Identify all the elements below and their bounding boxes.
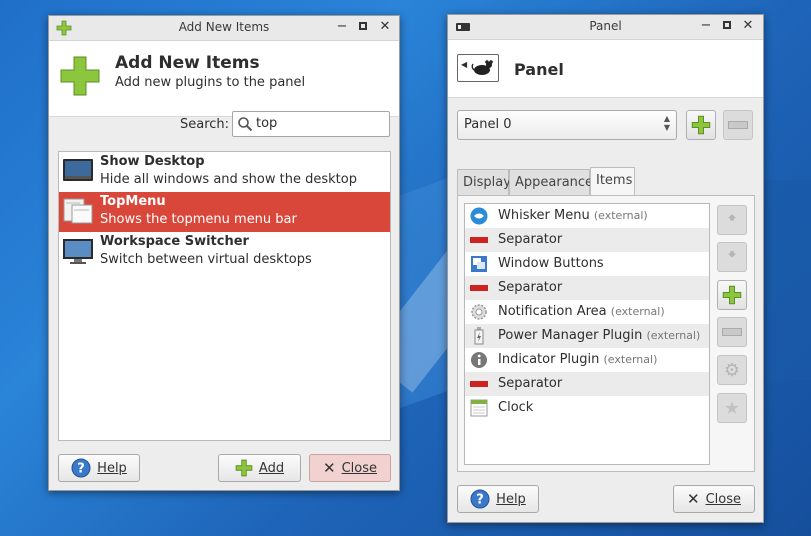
- list-item[interactable]: Separator: [465, 372, 709, 396]
- header-title: Panel: [514, 60, 564, 79]
- whisker-menu-icon: [470, 207, 488, 225]
- tab-items[interactable]: Items: [590, 167, 635, 195]
- maximize-button[interactable]: [356, 20, 370, 34]
- minus-icon: [722, 328, 742, 336]
- minimize-button[interactable]: −: [335, 20, 349, 34]
- plugin-desc: Switch between virtual desktops: [100, 252, 312, 267]
- star-icon: ★: [723, 397, 741, 419]
- list-item[interactable]: Clock: [465, 396, 709, 420]
- search-input[interactable]: top: [256, 116, 277, 131]
- help-button[interactable]: ? Help: [58, 454, 140, 482]
- list-item-workspace-switcher[interactable]: Workspace Switcher Switch between virtua…: [59, 232, 390, 272]
- plus-icon: [691, 115, 711, 135]
- minimize-button[interactable]: −: [699, 19, 713, 33]
- help-icon: ?: [470, 489, 490, 509]
- spin-arrows-icon: ▲ ▼: [663, 114, 670, 132]
- remove-panel-button[interactable]: [723, 110, 753, 140]
- close-button[interactable]: ✕ Close: [673, 485, 755, 513]
- titlebar[interactable]: Panel − ✕: [448, 15, 763, 40]
- list-item[interactable]: Notification Area (external): [465, 300, 709, 324]
- move-down-button[interactable]: 🠻: [717, 242, 747, 272]
- dialog-header: Add New Items Add new plugins to the pan…: [49, 41, 399, 117]
- header-subtitle: Add new plugins to the panel: [115, 75, 306, 90]
- gear-icon: ⚙: [723, 359, 741, 381]
- plus-icon: [722, 285, 742, 305]
- minus-icon: [728, 121, 748, 129]
- header-title: Add New Items: [115, 53, 260, 73]
- tab-display[interactable]: Display: [457, 169, 511, 195]
- plugin-list[interactable]: Show Desktop Hide all windows and show t…: [58, 151, 391, 441]
- list-item[interactable]: Window Buttons: [465, 252, 709, 276]
- separator-icon: [470, 231, 488, 249]
- panel-select-value: Panel 0: [464, 117, 512, 132]
- add-item-button[interactable]: [717, 280, 747, 310]
- plugin-desc: Shows the topmenu menu bar: [100, 212, 297, 227]
- remove-item-button[interactable]: [717, 317, 747, 347]
- plugin-name: TopMenu: [100, 194, 166, 209]
- list-item[interactable]: Whisker Menu (external): [465, 204, 709, 228]
- separator-icon: [470, 375, 488, 393]
- plugin-name: Workspace Switcher: [100, 234, 249, 249]
- separator-icon: [470, 279, 488, 297]
- plus-icon: [235, 459, 253, 477]
- close-button[interactable]: ✕ Close: [309, 454, 391, 482]
- panel-preview-icon: ◀: [457, 54, 499, 82]
- item-about-button[interactable]: ★: [717, 393, 747, 423]
- search-icon: [238, 117, 253, 132]
- list-item-topmenu[interactable]: TopMenu Shows the topmenu menu bar: [59, 192, 390, 232]
- svg-text:?: ?: [77, 462, 85, 477]
- add-panel-button[interactable]: [686, 110, 716, 140]
- show-desktop-icon: [63, 159, 93, 181]
- maximize-button[interactable]: [720, 19, 734, 33]
- help-icon: ?: [71, 458, 91, 478]
- window-buttons-icon: [471, 256, 487, 272]
- search-label: Search:: [180, 117, 230, 132]
- tab-appearance[interactable]: Appearance: [509, 169, 593, 195]
- workspace-switcher-icon: [63, 239, 93, 264]
- notification-area-icon: [471, 304, 487, 320]
- arrow-down-icon: 🠻: [727, 244, 737, 264]
- power-manager-icon: [474, 327, 484, 345]
- topmenu-icon: [63, 198, 93, 224]
- panel-window: Panel − ✕ ◀ Panel Panel 0 ▲ ▼ Display App…: [447, 14, 764, 523]
- window-title: Panel: [589, 19, 622, 33]
- list-item[interactable]: Power Manager Plugin (external): [465, 324, 709, 348]
- close-label: Close: [341, 460, 377, 476]
- item-settings-button[interactable]: ⚙: [717, 355, 747, 385]
- tab-content: Whisker Menu (external) Separator Window…: [457, 195, 755, 472]
- svg-text:?: ?: [476, 493, 484, 508]
- plugin-desc: Hide all windows and show the desktop: [100, 172, 357, 187]
- search-field[interactable]: top: [232, 111, 390, 137]
- list-item[interactable]: Separator: [465, 228, 709, 252]
- titlebar[interactable]: Add New Items − ✕: [49, 16, 399, 41]
- list-item[interactable]: Indicator Plugin (external): [465, 348, 709, 372]
- list-item[interactable]: Separator: [465, 276, 709, 300]
- plugin-name: Show Desktop: [100, 154, 205, 169]
- arrow-up-icon: 🠹: [727, 207, 737, 227]
- add-label: Add: [258, 460, 285, 476]
- help-button[interactable]: ? Help: [457, 485, 539, 513]
- close-icon: ✕: [687, 490, 700, 508]
- close-icon: ✕: [323, 459, 336, 477]
- items-list[interactable]: Whisker Menu (external) Separator Window…: [464, 203, 710, 465]
- add-button[interactable]: Add: [218, 454, 301, 482]
- dialog-header: ◀ Panel: [448, 40, 763, 98]
- help-label: Help: [496, 491, 526, 507]
- add-items-icon: [60, 56, 100, 96]
- panel-select[interactable]: Panel 0 ▲ ▼: [457, 110, 677, 140]
- list-item-show-desktop[interactable]: Show Desktop Hide all windows and show t…: [59, 152, 390, 192]
- help-label: Help: [97, 460, 127, 476]
- close-label: Close: [705, 491, 741, 507]
- close-window-button[interactable]: ✕: [378, 20, 392, 34]
- indicator-icon: [471, 352, 487, 368]
- clock-icon: [470, 399, 488, 417]
- move-up-button[interactable]: 🠹: [717, 205, 747, 235]
- add-new-items-window: Add New Items − ✕ Add New Items Add new …: [48, 15, 400, 491]
- close-window-button[interactable]: ✕: [741, 19, 755, 33]
